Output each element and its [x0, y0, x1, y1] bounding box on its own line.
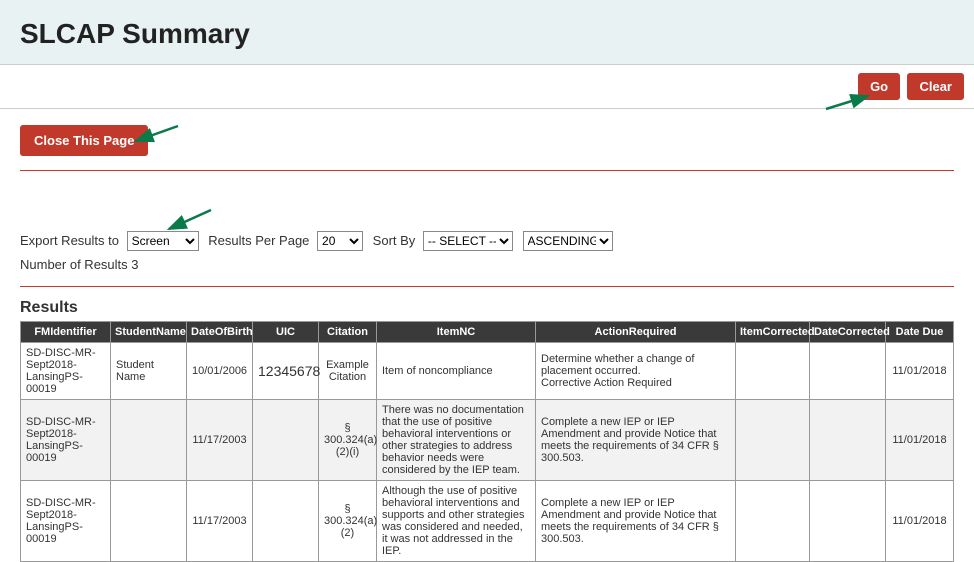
table-header-row: FMIdentifier StudentName DateOfBirth UIC…: [21, 322, 954, 343]
cell-uic: 12345678: [253, 343, 319, 400]
cell-action: Determine whether a change of placement …: [536, 343, 736, 400]
col-fmid[interactable]: FMIdentifier: [21, 322, 111, 343]
page-header: SLCAP Summary: [0, 0, 974, 65]
table-row: SD-DISC-MR-Sept2018-LansingPS-00019 11/17…: [21, 481, 954, 562]
sortby-label: Sort By: [373, 233, 416, 248]
cell-dob: 10/01/2006: [187, 343, 253, 400]
cell-citation: § 300.324(a)(2)(i): [319, 400, 377, 481]
results-heading: Results: [0, 287, 974, 321]
results-table: FMIdentifier StudentName DateOfBirth UIC…: [20, 321, 954, 562]
cell-fmid: SD-DISC-MR-Sept2018-LansingPS-00019: [21, 343, 111, 400]
cell-action: Complete a new IEP or IEP Amendment and …: [536, 400, 736, 481]
cell-student: [111, 481, 187, 562]
col-uic[interactable]: UIC: [253, 322, 319, 343]
cell-itemnc: Although the use of positive behavioral …: [377, 481, 536, 562]
sortdir-select[interactable]: ASCENDING: [523, 231, 613, 251]
col-itemcorr[interactable]: ItemCorrected: [736, 322, 810, 343]
cell-student: Student Name: [111, 343, 187, 400]
cell-fmid: SD-DISC-MR-Sept2018-LansingPS-00019: [21, 481, 111, 562]
cell-itemnc: There was no documentation that the use …: [377, 400, 536, 481]
cell-datecorr: [810, 400, 886, 481]
cell-fmid: SD-DISC-MR-Sept2018-LansingPS-00019: [21, 400, 111, 481]
close-page-button[interactable]: Close This Page: [20, 125, 148, 156]
num-results-value: 3: [131, 257, 138, 272]
cell-itemcorr: [736, 481, 810, 562]
rpp-label: Results Per Page: [208, 233, 309, 248]
col-datecorr[interactable]: DateCorrected: [810, 322, 886, 343]
export-select[interactable]: Screen: [127, 231, 199, 251]
clear-button[interactable]: Clear: [907, 73, 964, 100]
cell-uic: [253, 400, 319, 481]
num-results-label: Number of Results: [20, 257, 131, 272]
rpp-select[interactable]: 20: [317, 231, 363, 251]
cell-uic: [253, 481, 319, 562]
col-citation[interactable]: Citation: [319, 322, 377, 343]
table-row: SD-DISC-MR-Sept2018-LansingPS-00019 11/17…: [21, 400, 954, 481]
col-action[interactable]: ActionRequired: [536, 322, 736, 343]
cell-due: 11/01/2018: [886, 343, 954, 400]
cell-student: [111, 400, 187, 481]
controls-row: Export Results to Screen Results Per Pag…: [0, 171, 974, 255]
go-button[interactable]: Go: [858, 73, 900, 100]
sortby-select[interactable]: -- SELECT --: [423, 231, 513, 251]
cell-due: 11/01/2018: [886, 400, 954, 481]
cell-citation: Example Citation: [319, 343, 377, 400]
col-dob[interactable]: DateOfBirth: [187, 322, 253, 343]
num-results: Number of Results 3: [0, 255, 974, 280]
col-due[interactable]: Date Due: [886, 322, 954, 343]
page-title: SLCAP Summary: [20, 18, 954, 50]
cell-itemcorr: [736, 400, 810, 481]
export-label: Export Results to: [20, 233, 119, 248]
cell-dob: 11/17/2003: [187, 400, 253, 481]
table-row: SD-DISC-MR-Sept2018-LansingPS-00019Stude…: [21, 343, 954, 400]
cell-itemnc: Item of noncompliance: [377, 343, 536, 400]
col-itemnc[interactable]: ItemNC: [377, 322, 536, 343]
cell-datecorr: [810, 343, 886, 400]
cell-action: Complete a new IEP or IEP Amendment and …: [536, 481, 736, 562]
cell-dob: 11/17/2003: [187, 481, 253, 562]
cell-citation: § 300.324(a)(2): [319, 481, 377, 562]
col-student[interactable]: StudentName: [111, 322, 187, 343]
action-bar: Go Clear: [0, 65, 974, 109]
cell-datecorr: [810, 481, 886, 562]
close-row: Close This Page: [0, 109, 974, 164]
cell-itemcorr: [736, 343, 810, 400]
cell-due: 11/01/2018: [886, 481, 954, 562]
